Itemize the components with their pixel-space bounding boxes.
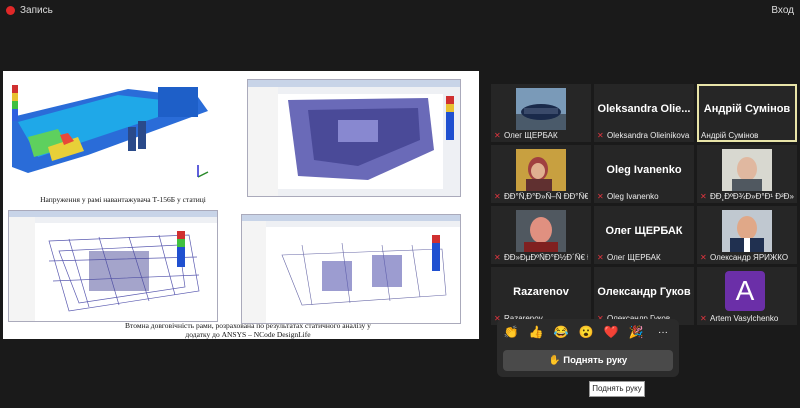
mic-muted-icon: ✕ xyxy=(494,192,501,201)
participant-display-name: Oleg Ivanenko xyxy=(606,164,682,176)
participant-video xyxy=(516,210,566,252)
avatar: A xyxy=(725,271,765,311)
participant-display-name: Razarenov xyxy=(513,286,569,298)
shared-screen: Напруження у рамі навантажувача Т-156Б у… xyxy=(3,71,479,339)
participant-video xyxy=(516,149,566,191)
frame-stress-model-image xyxy=(8,77,216,195)
participant-name: Oleksandra Olieinikova xyxy=(607,131,690,140)
participant-video xyxy=(722,149,772,191)
heart-reaction-button[interactable]: ❤️ xyxy=(601,325,621,339)
participant-name: ÐÐ»ÐµÐºÑÐ°Ð½Ð´Ñ€ ÐšÑ–... xyxy=(504,253,588,262)
party-reaction-button[interactable]: 🎉 xyxy=(626,325,646,339)
participant-video xyxy=(516,88,566,130)
participant-tile[interactable]: A ✕ Artem Vasylchenko xyxy=(697,267,797,325)
participant-tile[interactable]: ✕ ÐÐ¸ÐºÐ¾Ð»Ð°Ð¹ Ð²Ð»... xyxy=(697,145,797,203)
participant-display-name: Олег ЩЕРБАК xyxy=(605,225,683,237)
participant-display-name: Олександр Гуков xyxy=(597,286,691,298)
participant-tile[interactable]: Олександр Гуков ✕Олександр Гуков xyxy=(594,267,694,325)
participant-name: Oleg Ivanenko xyxy=(607,192,659,201)
more-reactions-button[interactable]: ··· xyxy=(653,327,673,338)
participant-tile[interactable]: Олег ЩЕРБАК ✕ Олег ЩЕРБАК xyxy=(594,206,694,264)
participant-name: Олександр ЯРИЖКО xyxy=(710,253,789,262)
top-bar: Запись Вход xyxy=(0,0,800,22)
ansys-window-image-3 xyxy=(241,214,461,324)
caption-fatigue: Втомна довговічність рами, розрахована п… xyxy=(125,321,371,339)
thumbs-up-reaction-button[interactable]: 👍 xyxy=(526,325,546,339)
reactions-popup: 👏 👍 😂 😮 ❤️ 🎉 ··· ✋ Поднять руку xyxy=(497,319,679,377)
participant-tile[interactable]: ✕ Олег ЩЕРБАК xyxy=(491,84,591,142)
participant-display-name: Андрій Сумінов xyxy=(703,103,791,115)
participant-tile[interactable]: Oleg Ivanenko ✕ Oleg Ivanenko xyxy=(594,145,694,203)
mic-muted-icon: ✕ xyxy=(700,192,707,201)
caption-stress: Напруження у рамі навантажувача Т-156Б у… xyxy=(40,195,206,204)
surprise-reaction-button[interactable]: 😮 xyxy=(576,325,596,339)
mic-muted-icon: ✕ xyxy=(494,253,501,262)
participant-name: Олег ЩЕРБАК xyxy=(607,253,661,262)
mic-muted-icon: ✕ xyxy=(597,131,604,140)
participant-tile-active-speaker[interactable]: Андрій Сумінов Андрій Сумінов xyxy=(697,84,797,142)
participant-name: Олег ЩЕРБАК xyxy=(504,131,558,140)
mic-muted-icon: ✕ xyxy=(597,253,604,262)
participant-display-name: Oleksandra Olie... xyxy=(597,103,691,115)
laugh-reaction-button[interactable]: 😂 xyxy=(551,325,571,339)
participant-name: Андрій Сумінов xyxy=(701,131,759,140)
participant-tile[interactable]: ✕ ÐÐ°Ñ‚Ð°Ð»Ñ–Ñ ÐÐ°Ñ€... xyxy=(491,145,591,203)
record-label: Запись xyxy=(20,5,53,16)
mic-muted-icon: ✕ xyxy=(494,131,501,140)
login-button[interactable]: Вход xyxy=(771,5,794,16)
raise-hand-button[interactable]: ✋ Поднять руку xyxy=(503,350,673,371)
participant-tile[interactable]: Razarenov ✕Razarenov xyxy=(491,267,591,325)
participant-tile[interactable]: Oleksandra Olie... ✕ Oleksandra Olieiniko… xyxy=(594,84,694,142)
participant-name: ÐÐ°Ñ‚Ð°Ð»Ñ–Ñ ÐÐ°Ñ€... xyxy=(504,192,588,201)
mic-muted-icon: ✕ xyxy=(700,253,707,262)
participant-name: Artem Vasylchenko xyxy=(710,314,779,323)
raise-hand-tooltip: Поднять руку xyxy=(589,381,645,397)
ansys-window-image-1 xyxy=(247,79,461,197)
mic-muted-icon: ✕ xyxy=(597,192,604,201)
participant-name: ÐÐ¸ÐºÐ¾Ð»Ð°Ð¹ Ð²Ð»... xyxy=(710,192,794,201)
clap-reaction-button[interactable]: 👏 xyxy=(501,325,521,339)
participant-video xyxy=(722,210,772,252)
participant-tile[interactable]: ✕ÐÐ»ÐµÐºÑÐ°Ð½Ð´Ñ€ ÐšÑ–... xyxy=(491,206,591,264)
ansys-window-image-2 xyxy=(8,210,218,322)
mic-muted-icon: ✕ xyxy=(700,314,707,323)
participant-tile[interactable]: ✕ Олександр ЯРИЖКО xyxy=(697,206,797,264)
record-dot-icon xyxy=(6,6,15,15)
